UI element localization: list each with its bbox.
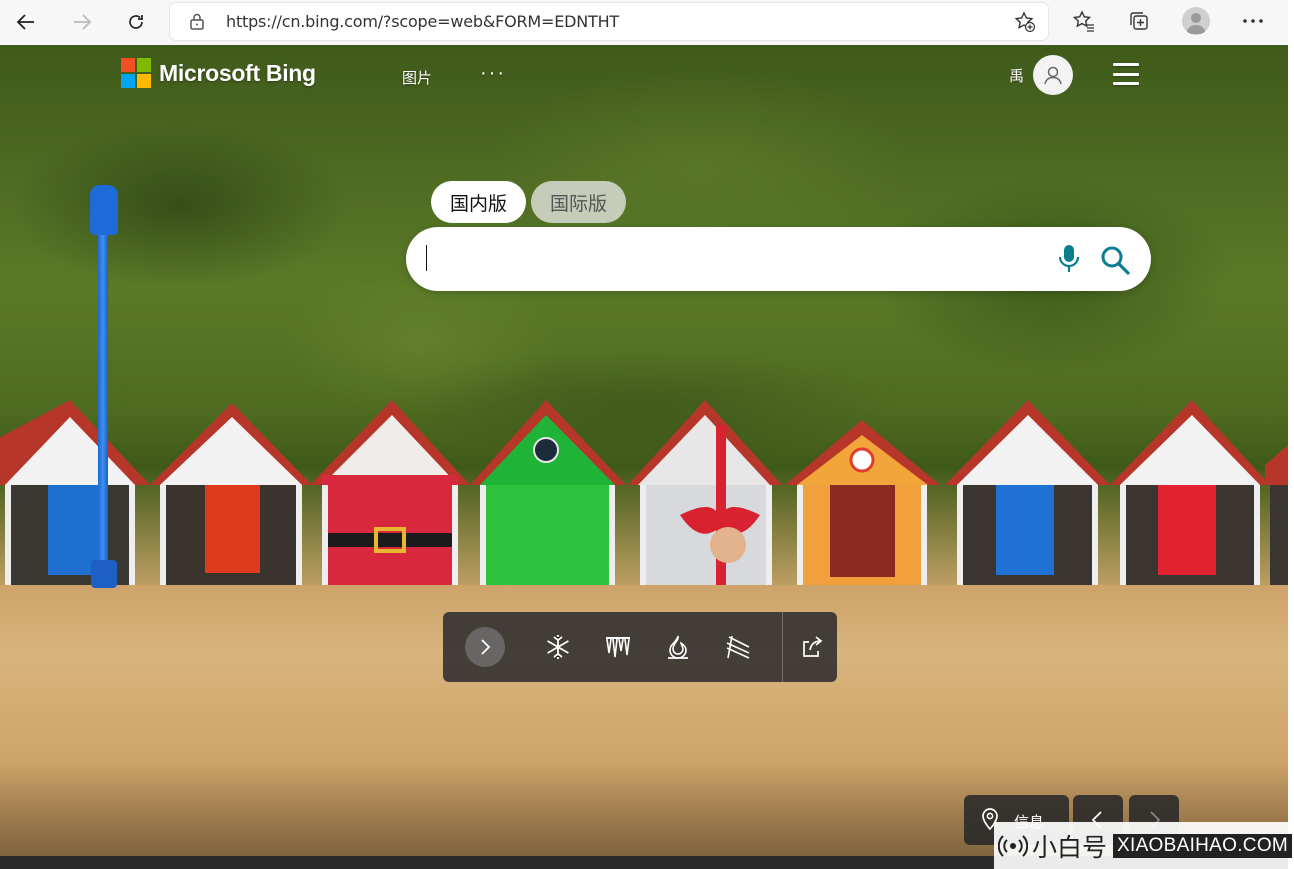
arrow-right-icon	[74, 14, 92, 30]
feather-button[interactable]	[722, 631, 754, 663]
tab-international[interactable]: 国际版	[531, 181, 626, 223]
watermark: 小白号 XIAOBAIHAO.COM	[994, 822, 1294, 869]
image-toolbar	[443, 612, 837, 682]
lock-icon	[190, 13, 204, 30]
nav-images-link[interactable]: 图片	[402, 67, 432, 88]
window-right-edge	[1288, 0, 1294, 869]
microsoft-logo-icon	[121, 58, 151, 88]
share-icon[interactable]	[799, 634, 825, 660]
watermark-en: XIAOBAIHAO.COM	[1113, 833, 1293, 858]
text-caret	[426, 245, 427, 271]
user-avatar[interactable]	[1033, 55, 1073, 95]
favorites-icon	[1073, 10, 1094, 32]
hamburger-menu-icon[interactable]	[1113, 63, 1139, 85]
settings-more-button[interactable]	[1241, 9, 1265, 33]
lamp-head	[90, 185, 118, 235]
brand-title: Microsoft Bing	[159, 59, 316, 86]
broadcast-icon	[998, 834, 1028, 857]
collections-icon	[1130, 12, 1148, 30]
user-icon	[1044, 66, 1062, 85]
icicles-button[interactable]	[602, 631, 634, 663]
forward-button[interactable]	[67, 8, 97, 36]
background-image	[0, 45, 1288, 856]
tab-domestic[interactable]: 国内版	[431, 181, 526, 223]
collections-button[interactable]	[1127, 9, 1151, 33]
add-favorite-icon[interactable]	[1014, 11, 1036, 33]
address-bar[interactable]: https://cn.bing.com/?scope=web&FORM=EDNT…	[170, 3, 1048, 40]
toolbar-divider	[782, 612, 783, 682]
window-bottom-edge	[0, 856, 994, 869]
nav-more-button[interactable]: ···	[480, 62, 506, 85]
lamp-base	[91, 560, 117, 588]
search-input[interactable]	[426, 241, 1046, 277]
feather-icon	[726, 635, 750, 659]
snowflake-icon	[547, 635, 569, 659]
person-icon	[1186, 13, 1206, 34]
browser-profile-avatar[interactable]	[1182, 7, 1210, 35]
user-name[interactable]: 禹	[1009, 65, 1024, 86]
chevron-right-icon	[481, 639, 491, 655]
microphone-icon[interactable]	[1057, 243, 1081, 275]
beach-huts-illustration	[0, 400, 1288, 585]
fire-button[interactable]	[662, 631, 694, 663]
lamp-post	[98, 185, 108, 585]
search-box	[406, 227, 1151, 291]
icicles-icon	[606, 637, 630, 658]
arrow-left-icon	[16, 14, 34, 30]
snowflake-button[interactable]	[542, 631, 574, 663]
refresh-button[interactable]	[121, 8, 151, 36]
back-button[interactable]	[11, 8, 41, 36]
search-icon[interactable]	[1099, 244, 1131, 276]
favorites-button[interactable]	[1072, 9, 1096, 33]
watermark-cn: 小白号	[1032, 832, 1108, 862]
toolbar-expand-button[interactable]	[465, 627, 505, 667]
bing-logo[interactable]: Microsoft Bing	[121, 58, 316, 88]
fire-icon	[668, 635, 688, 659]
url-text: https://cn.bing.com/?scope=web&FORM=EDNT…	[226, 12, 620, 31]
refresh-icon	[129, 15, 143, 29]
more-dots-icon	[1243, 19, 1263, 23]
browser-toolbar: https://cn.bing.com/?scope=web&FORM=EDNT…	[0, 0, 1288, 45]
